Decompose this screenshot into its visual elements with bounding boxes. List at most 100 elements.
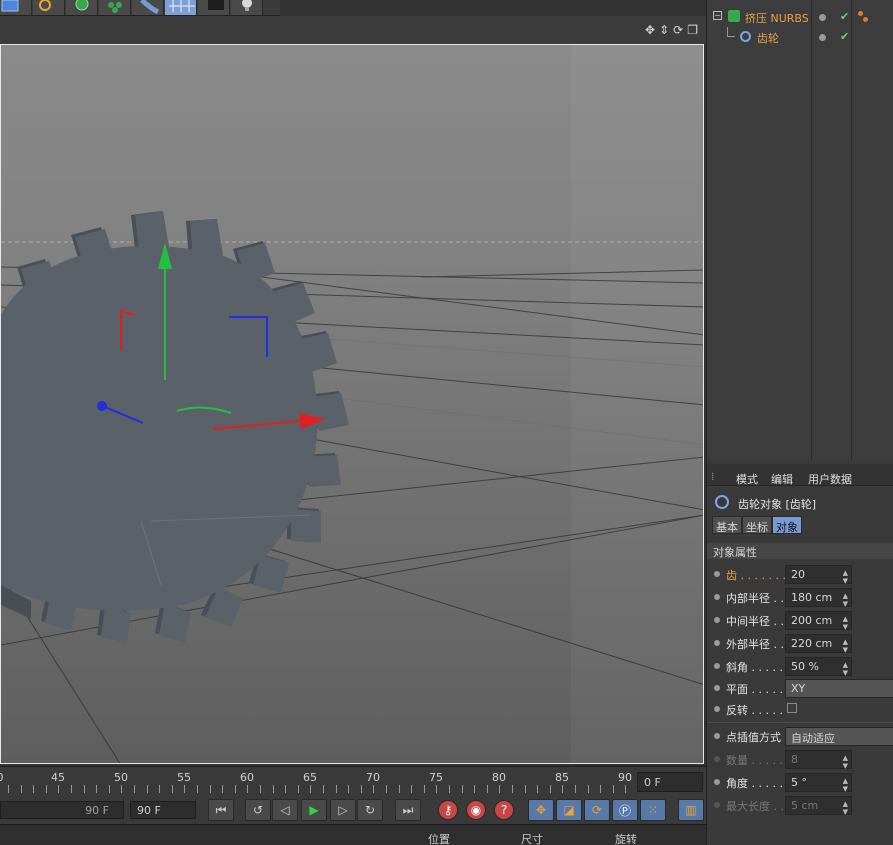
spinner-icon[interactable]: ▲ ▼ xyxy=(843,638,848,654)
nurbs-tool-button[interactable] xyxy=(66,0,98,15)
prop-label: 平面 . . . . . xyxy=(726,683,783,696)
go-to-start-button[interactable]: ⏮ xyxy=(208,799,234,821)
keyframe-selection-button[interactable]: ? xyxy=(494,800,514,820)
tab-basic[interactable]: 基本 xyxy=(712,516,742,534)
array-tool-button[interactable] xyxy=(99,0,131,15)
3d-viewport[interactable] xyxy=(0,44,704,764)
deformer-tool-button[interactable] xyxy=(132,0,164,15)
menu-mode[interactable]: 模式 xyxy=(736,471,758,487)
menu-user-data[interactable]: 用户数据 xyxy=(808,471,852,487)
object-name[interactable]: 挤压 NURBS xyxy=(745,10,809,26)
next-key-button[interactable]: ↻ xyxy=(357,799,383,821)
enabled-check-icon[interactable]: ✔ xyxy=(840,10,849,23)
tick-label: 75 xyxy=(429,771,443,784)
record-parameter-button[interactable]: Ⓟ xyxy=(612,799,638,821)
spinner-icon[interactable]: ▲ ▼ xyxy=(843,615,848,631)
animate-dot[interactable] xyxy=(714,663,720,669)
tick-mark xyxy=(411,785,413,793)
preview-end-field[interactable]: 90 F xyxy=(130,801,196,819)
go-to-end-button[interactable]: ⏭ xyxy=(395,799,421,821)
object-title: 齿轮对象 [齿轮] xyxy=(738,498,817,511)
angle-field[interactable]: 5 ° ▲ ▼ xyxy=(785,773,852,793)
attribute-manager: ⁞ 模式 编辑 用户数据 齿轮对象 [齿轮] 基本 坐标 对象 对象属性 齿 .… xyxy=(706,460,893,845)
previous-frame-button[interactable]: ◁ xyxy=(272,799,298,821)
tick-mark xyxy=(423,785,425,793)
tick-mark xyxy=(285,785,287,793)
maximize-view-icon[interactable]: ❐ xyxy=(687,23,698,37)
tick-mark xyxy=(587,785,589,793)
camera-tool-button[interactable] xyxy=(198,0,230,15)
move-view-icon[interactable]: ✥ xyxy=(645,23,655,37)
tick-label: 85 xyxy=(555,771,569,784)
reverse-checkbox[interactable] xyxy=(787,703,797,713)
grip-icon: ⁞ xyxy=(711,470,715,483)
tag-icon[interactable] xyxy=(863,17,868,22)
scene-tool-button[interactable] xyxy=(165,0,197,15)
spinner-icon[interactable]: ▲ ▼ xyxy=(843,661,848,677)
cube-tool-button[interactable] xyxy=(0,0,32,15)
section-header: 对象属性 xyxy=(707,543,893,559)
tick-mark xyxy=(297,785,299,793)
animate-dot[interactable] xyxy=(714,685,720,691)
animate-dot[interactable] xyxy=(714,640,720,646)
step-forward-icon: ▷ xyxy=(338,803,348,817)
enabled-check-icon[interactable]: ✔ xyxy=(840,30,849,43)
prop-interpolation: 点插值方式 自动适应 xyxy=(707,726,893,747)
tick-label: 65 xyxy=(303,771,317,784)
spline-tool-button[interactable] xyxy=(33,0,65,15)
spinner-icon[interactable]: ▲ ▼ xyxy=(843,569,848,585)
animate-dot[interactable] xyxy=(714,706,720,712)
animate-dot[interactable] xyxy=(714,594,720,600)
animate-dot[interactable] xyxy=(714,617,720,623)
record-keys-button[interactable]: ⚷ xyxy=(438,800,458,820)
interpolation-dropdown[interactable]: 自动适应 xyxy=(785,727,893,746)
autokey-button[interactable]: ◉ xyxy=(466,800,486,820)
light-tool-button[interactable] xyxy=(231,0,263,15)
timeline-ruler[interactable]: 0 45 50 55 60 65 70 75 80 85 90 0 F xyxy=(0,766,706,796)
middle-radius-field[interactable]: 200 cm ▲ ▼ xyxy=(785,611,852,631)
tab-coord[interactable]: 坐标 xyxy=(742,516,772,534)
tick-mark xyxy=(71,785,72,793)
menu-edit[interactable]: 编辑 xyxy=(771,471,793,487)
teeth-field[interactable]: 20 ▲ ▼ xyxy=(785,565,852,585)
zoom-view-icon[interactable]: ⇕ xyxy=(659,23,669,37)
record-scale-button[interactable]: ◪ xyxy=(556,799,582,821)
preview-start-field[interactable]: 90 F xyxy=(0,801,124,819)
spinner-icon[interactable]: ▲ ▼ xyxy=(843,592,848,608)
animate-dot xyxy=(714,756,720,762)
prop-teeth: 齿 . . . . . . . 20 ▲ ▼ xyxy=(707,564,893,585)
record-position-button[interactable]: ✥ xyxy=(528,799,554,821)
current-frame-field[interactable]: 0 F xyxy=(637,772,703,792)
rotate-view-icon[interactable]: ⟳ xyxy=(673,23,683,37)
visibility-dot[interactable] xyxy=(819,14,826,21)
tick-label: 55 xyxy=(177,771,191,784)
play-icon: ▶ xyxy=(309,803,319,817)
animate-dot[interactable] xyxy=(714,733,720,739)
object-row-extrude[interactable]: − 挤压 NURBS ✔ xyxy=(707,7,893,27)
animate-dot[interactable] xyxy=(714,779,720,785)
tab-object[interactable]: 对象 xyxy=(772,516,802,534)
prop-angle: 角度 . . . . . 5 ° ▲ ▼ xyxy=(707,772,893,793)
max-length-field: 5 cm ▲ ▼ xyxy=(785,796,852,816)
object-name[interactable]: 齿轮 xyxy=(757,30,779,46)
record-rotation-button[interactable]: ⟳ xyxy=(584,799,610,821)
outer-radius-field[interactable]: 220 cm ▲ ▼ xyxy=(785,634,852,654)
prop-label: 斜角 . . . . . xyxy=(726,661,783,674)
tick-mark xyxy=(171,785,173,793)
object-row-gear[interactable]: 齿轮 ✔ xyxy=(707,27,893,47)
collapse-icon[interactable]: − xyxy=(713,11,722,20)
timeline-window-button[interactable]: ▥ xyxy=(678,799,704,821)
animate-dot[interactable] xyxy=(714,571,720,577)
play-button[interactable]: ▶ xyxy=(301,799,327,821)
visibility-dot[interactable] xyxy=(819,34,826,41)
plane-dropdown[interactable]: XY xyxy=(785,679,893,698)
move-icon: ✥ xyxy=(535,803,547,817)
next-frame-button[interactable]: ▷ xyxy=(330,799,356,821)
tick-mark xyxy=(222,785,224,793)
inner-radius-field[interactable]: 180 cm ▲ ▼ xyxy=(785,588,852,608)
tag-icon[interactable] xyxy=(858,11,863,16)
spinner-icon[interactable]: ▲ ▼ xyxy=(843,777,848,793)
bevel-field[interactable]: 50 % ▲ ▼ xyxy=(785,657,852,677)
record-point-level-button[interactable]: ⁙ xyxy=(640,799,666,821)
previous-key-button[interactable]: ↺ xyxy=(245,799,271,821)
